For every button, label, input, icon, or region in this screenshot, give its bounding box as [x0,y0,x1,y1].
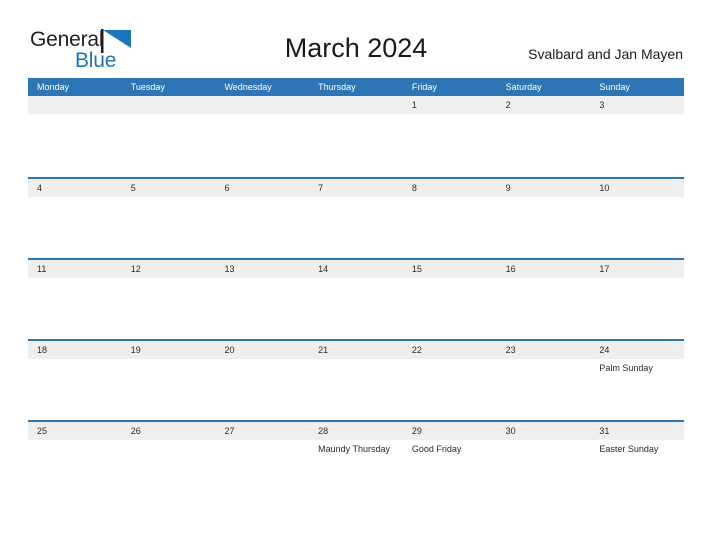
day-number: 18 [37,345,48,355]
week-row: 18 19 20 21 22 23 24 Palm Sunday [28,339,685,420]
day-number: 23 [505,345,516,355]
day-number: 28 [318,426,329,436]
day-number: 5 [130,183,136,193]
day-cell[interactable]: 1 [402,96,497,177]
weekday-monday: Monday [37,82,70,92]
day-number: 19 [130,345,141,355]
day-cell[interactable] [28,96,122,177]
day-cell[interactable]: 7 [309,179,403,258]
day-cell[interactable]: 3 [590,96,685,177]
week-row: 1 2 3 [28,96,685,177]
day-cell[interactable]: 28 Maundy Thursday [309,422,403,501]
day-number: 13 [224,264,235,274]
day-cell[interactable]: 21 [309,341,403,420]
day-cell[interactable]: 16 [496,260,591,339]
day-number: 2 [505,100,511,110]
day-number: 27 [224,426,235,436]
day-cell[interactable]: 12 [121,260,216,339]
day-number: 12 [130,264,141,274]
day-cell[interactable]: 19 [121,341,216,420]
day-event: Easter Sunday [599,444,659,454]
week-row: 25 26 27 28 Maundy Thursday 29 Good Frid… [28,420,685,501]
day-cell[interactable]: 4 [28,179,122,258]
day-cell[interactable]: 30 [496,422,591,501]
day-number: 16 [505,264,516,274]
weekday-friday: Friday [411,82,437,92]
day-number: 24 [599,345,610,355]
day-number: 25 [37,426,48,436]
day-number: 7 [318,183,324,193]
region-label: Svalbard and Jan Mayen [528,46,683,62]
day-number: 8 [411,183,417,193]
day-cell[interactable]: 17 [590,260,685,339]
day-number: 31 [599,426,610,436]
weekday-thursday: Thursday [318,82,356,92]
day-cell[interactable]: 22 [402,341,497,420]
day-cell[interactable]: 23 [496,341,591,420]
weekday-header-row: Monday Tuesday Wednesday Thursday Friday… [28,78,684,96]
day-number: 30 [505,426,516,436]
day-cell[interactable]: 26 [121,422,216,501]
weekday-wednesday: Wednesday [224,82,272,92]
weekday-saturday: Saturday [505,82,542,92]
day-event: Good Friday [411,444,462,454]
weekday-sunday: Sunday [599,82,630,92]
day-number: 26 [130,426,141,436]
day-event: Maundy Thursday [318,444,391,454]
day-cell[interactable]: 24 Palm Sunday [590,341,685,420]
day-cell[interactable]: 6 [215,179,310,258]
day-number: 29 [411,426,422,436]
day-number: 4 [37,183,43,193]
day-cell[interactable]: 2 [496,96,591,177]
day-number: 6 [224,183,230,193]
day-number: 17 [599,264,610,274]
day-cell[interactable]: 25 [28,422,122,501]
week-row: 4 5 6 7 8 9 10 [28,177,685,258]
day-number: 1 [411,100,417,110]
day-cell[interactable]: 9 [496,179,591,258]
day-cell[interactable]: 18 [28,341,122,420]
day-cell[interactable]: 8 [402,179,497,258]
day-cell[interactable]: 13 [215,260,310,339]
day-cell[interactable]: 14 [309,260,403,339]
day-cell[interactable] [215,96,310,177]
day-number: 20 [224,345,235,355]
day-number: 11 [37,264,47,274]
day-event: Palm Sunday [599,363,653,373]
day-number: 14 [318,264,329,274]
day-cell[interactable]: 5 [121,179,216,258]
day-cell[interactable]: 31 Easter Sunday [590,422,685,501]
day-cell[interactable] [309,96,403,177]
day-number: 10 [599,183,610,193]
day-number: 15 [411,264,422,274]
week-row: 11 12 13 14 15 16 17 [28,258,685,339]
day-cell[interactable]: 20 [215,341,310,420]
day-cell[interactable] [121,96,216,177]
day-cell[interactable]: 29 Good Friday [402,422,497,501]
day-number: 21 [318,345,329,355]
day-cell[interactable]: 27 [215,422,310,501]
day-cell[interactable]: 15 [402,260,497,339]
day-number: 22 [411,345,422,355]
day-cell[interactable]: 10 [590,179,685,258]
weekday-tuesday: Tuesday [130,82,165,92]
page-header: General Blue March 2024 Svalbard and Jan… [0,0,712,78]
day-cell[interactable]: 11 [28,260,122,339]
calendar-grid: Monday Tuesday Wednesday Thursday Friday… [28,78,685,501]
day-number: 9 [505,183,511,193]
day-number: 3 [599,100,605,110]
